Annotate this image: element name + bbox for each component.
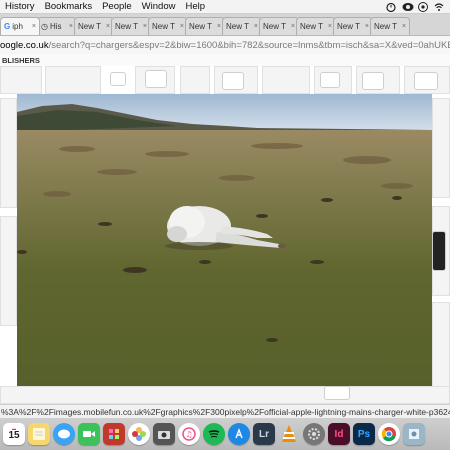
- result-thumbnail[interactable]: [432, 98, 450, 198]
- itunes-icon[interactable]: ♫: [178, 423, 200, 445]
- camera-icon[interactable]: [153, 423, 175, 445]
- timer-icon[interactable]: [386, 2, 396, 12]
- spotify-icon[interactable]: [203, 423, 225, 445]
- close-tab-icon[interactable]: ×: [290, 23, 295, 30]
- result-thumbnail[interactable]: [45, 66, 101, 94]
- hover-url-text: %3A%2F%2Fimages.mobilefun.co.uk%2Fgraphi…: [1, 406, 450, 417]
- close-tab-icon[interactable]: ×: [105, 23, 110, 30]
- url-host: oogle.co.uk: [0, 39, 49, 51]
- charger-image: [110, 72, 126, 86]
- photos-icon[interactable]: [128, 423, 150, 445]
- tab-google-images[interactable]: G iph ×: [0, 17, 40, 35]
- facetime-icon[interactable]: [78, 423, 100, 445]
- tab-new-tab[interactable]: New T ×: [370, 17, 410, 35]
- close-tab-icon[interactable]: ×: [31, 23, 36, 30]
- close-tab-icon[interactable]: ×: [327, 23, 332, 30]
- charger-image: [362, 72, 384, 90]
- google-favicon-icon: G: [4, 22, 11, 31]
- preview-icon[interactable]: [403, 423, 425, 445]
- tab-label: New T: [189, 22, 212, 31]
- system-preferences-icon[interactable]: [303, 423, 325, 445]
- menu-bar: History Bookmarks People Window Help: [0, 0, 450, 14]
- notes-icon[interactable]: [28, 423, 50, 445]
- history-clock-icon: ◷: [41, 22, 48, 31]
- chrome-icon[interactable]: [378, 423, 400, 445]
- charger-image: [145, 70, 167, 88]
- messages-icon[interactable]: [53, 423, 75, 445]
- result-thumbnail[interactable]: [0, 98, 17, 208]
- indesign-icon[interactable]: Id: [328, 423, 350, 445]
- tab-label: New T: [115, 22, 138, 31]
- tab-label: iph: [12, 22, 23, 31]
- horse-on-grassland-photo: [17, 94, 432, 386]
- charger-image: [324, 386, 350, 400]
- tab-label: New T: [300, 22, 323, 31]
- result-thumbnail[interactable]: [180, 66, 210, 94]
- status-tray: [386, 1, 450, 12]
- close-tab-icon[interactable]: ×: [253, 23, 258, 30]
- menu-history[interactable]: History: [0, 1, 40, 12]
- close-tab-icon[interactable]: ×: [142, 23, 147, 30]
- indesign-label: Id: [334, 428, 344, 440]
- close-tab-icon[interactable]: ×: [401, 23, 406, 30]
- enlarged-photo[interactable]: [17, 94, 432, 386]
- result-thumbnail[interactable]: [0, 216, 17, 326]
- charger-image: [222, 72, 244, 90]
- tab-label: New T: [152, 22, 175, 31]
- address-bar[interactable]: oogle.co.uk/search?q=chargers&espv=2&biw…: [0, 36, 450, 54]
- publishers-label: BLISHERS: [2, 55, 40, 65]
- tab-label: New T: [263, 22, 286, 31]
- lightroom-label: Lr: [259, 428, 269, 440]
- charger-image: [414, 72, 438, 90]
- tab-new-tab[interactable]: New T ×: [333, 17, 373, 35]
- tab-label: New T: [226, 22, 249, 31]
- calendar-date: 15: [8, 430, 20, 441]
- calendar-icon[interactable]: ▬ 15: [3, 423, 25, 445]
- menu-help[interactable]: Help: [180, 1, 210, 12]
- app-store-icon[interactable]: [228, 423, 250, 445]
- result-thumbnail[interactable]: [0, 386, 450, 404]
- wifi-icon[interactable]: [434, 2, 444, 12]
- tab-strip: G iph × ◷ His × New T × New T × New T × New…: [0, 14, 450, 36]
- tab-label: His: [49, 22, 62, 31]
- url-path: /search?q=chargers&espv=2&biw=1600&bih=7…: [48, 39, 450, 51]
- menu-people[interactable]: People: [97, 1, 137, 12]
- tab-new-tab[interactable]: New T ×: [259, 17, 299, 35]
- eye-icon[interactable]: [418, 1, 428, 12]
- tab-label: New T: [337, 22, 360, 31]
- tab-new-tab[interactable]: New T ×: [296, 17, 336, 35]
- photoshop-icon[interactable]: Ps: [353, 423, 375, 445]
- charger-image: [320, 72, 340, 88]
- tab-new-tab[interactable]: New T ×: [111, 17, 151, 35]
- result-thumbnail[interactable]: [262, 66, 310, 94]
- tab-new-tab[interactable]: New T ×: [185, 17, 225, 35]
- tab-new-tab[interactable]: New T ×: [148, 17, 188, 35]
- result-thumbnail[interactable]: [0, 66, 42, 94]
- close-tab-icon[interactable]: ×: [364, 23, 369, 30]
- tab-history[interactable]: ◷ His ×: [37, 17, 77, 35]
- creative-cloud-icon[interactable]: [402, 2, 414, 12]
- tab-label: New T: [78, 22, 101, 31]
- tab-new-tab[interactable]: New T ×: [222, 17, 262, 35]
- photo-booth-icon[interactable]: [103, 423, 125, 445]
- lightroom-icon[interactable]: Lr: [253, 423, 275, 445]
- menu-bookmarks[interactable]: Bookmarks: [40, 1, 98, 12]
- dock: ▬ 15 ♫ Lr Id Ps: [0, 418, 450, 450]
- close-tab-icon[interactable]: ×: [179, 23, 184, 30]
- close-tab-icon[interactable]: ×: [216, 23, 221, 30]
- tab-label: New T: [374, 22, 397, 31]
- vlc-icon[interactable]: [278, 423, 300, 445]
- close-tab-icon[interactable]: ×: [68, 23, 73, 30]
- svg-text:♫: ♫: [185, 430, 192, 439]
- tab-new-tab[interactable]: New T ×: [74, 17, 114, 35]
- phone-dock-image: [432, 231, 446, 271]
- menu-window[interactable]: Window: [137, 1, 181, 12]
- photoshop-label: Ps: [357, 428, 371, 440]
- link-status-bar: %3A%2F%2Fimages.mobilefun.co.uk%2Fgraphi…: [0, 404, 450, 418]
- page-header-strip: BLISHERS: [0, 54, 450, 66]
